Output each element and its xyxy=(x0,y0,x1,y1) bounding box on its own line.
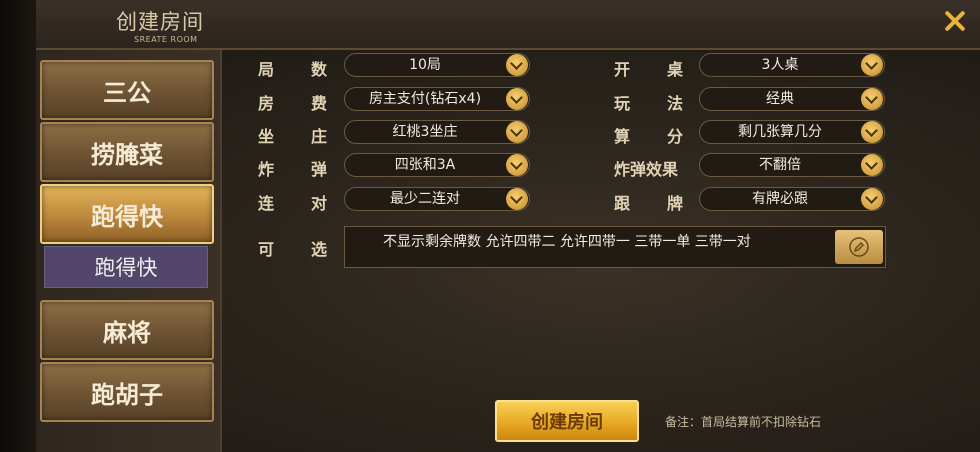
field-label-char: 选 xyxy=(311,240,328,259)
footer-note: 备注：首局结算前不扣除钻石 xyxy=(665,415,822,429)
field-label-char: 法 xyxy=(667,94,684,113)
left-edge-shade xyxy=(0,0,36,452)
field-label-char: 可 xyxy=(258,240,275,259)
field-label-char: 玩 xyxy=(614,94,631,113)
bomb-effect-label: 炸弹效果 xyxy=(614,160,679,179)
field-label-char: 分 xyxy=(667,127,684,146)
follow-card-select[interactable]: 有牌必跟 xyxy=(699,187,885,211)
pair-chain-select[interactable]: 最少二连对 xyxy=(344,187,530,211)
sidebar-item-majiang[interactable]: 麻将 xyxy=(40,300,214,360)
field-label-char: 对 xyxy=(311,194,328,213)
field-label-char: 算 xyxy=(614,127,631,146)
sidebar-subitem-paodekuai[interactable]: 跑得快 xyxy=(44,246,208,288)
bomb-effect-select[interactable]: 不翻倍 xyxy=(699,153,885,177)
sidebar-item-laoyancai[interactable]: 捞腌菜 xyxy=(40,122,214,182)
field-label-char: 坐 xyxy=(258,127,275,146)
follow-card-value: 有牌必跟 xyxy=(752,191,808,207)
chevron-down-icon[interactable] xyxy=(506,121,528,143)
bomb-select[interactable]: 四张和3A xyxy=(344,153,530,177)
header-bar: 创建房间 SREATE ROOM xyxy=(36,0,980,52)
pencil-icon xyxy=(849,237,869,257)
banker-select[interactable]: 红桃3坐庄 xyxy=(344,120,530,144)
table-size-value: 3人桌 xyxy=(761,57,799,73)
chevron-down-icon[interactable] xyxy=(861,154,883,176)
chevron-down-icon[interactable] xyxy=(506,54,528,76)
scoring-value: 剩几张算几分 xyxy=(738,124,822,140)
bomb-effect-value: 不翻倍 xyxy=(759,157,801,173)
field-label-char: 数 xyxy=(311,60,328,79)
create-room-button[interactable]: 创建房间 xyxy=(495,400,639,442)
chevron-down-icon[interactable] xyxy=(506,188,528,210)
rounds-select[interactable]: 10局 xyxy=(344,53,530,77)
field-label-char: 连 xyxy=(258,194,275,213)
chevron-down-icon[interactable] xyxy=(506,88,528,110)
chevron-down-icon[interactable] xyxy=(861,54,883,76)
chevron-down-icon[interactable] xyxy=(861,121,883,143)
table-size-select[interactable]: 3人桌 xyxy=(699,53,885,77)
close-icon[interactable] xyxy=(940,6,970,36)
field-label-char: 房 xyxy=(258,94,275,113)
sidebar-item-paohuzi[interactable]: 跑胡子 xyxy=(40,362,214,422)
chevron-down-icon[interactable] xyxy=(861,88,883,110)
page-subtitle: SREATE ROOM xyxy=(134,35,198,44)
field-label-char: 庄 xyxy=(311,127,328,146)
field-label-char: 费 xyxy=(311,94,328,113)
room-fee-value: 房主支付(钻石x4) xyxy=(368,91,482,107)
field-label-char: 牌 xyxy=(667,194,684,213)
pair-chain-value: 最少二连对 xyxy=(390,191,460,207)
play-mode-select[interactable]: 经典 xyxy=(699,87,885,111)
play-mode-value: 经典 xyxy=(766,91,794,107)
field-label-char: 桌 xyxy=(667,60,684,79)
banker-value: 红桃3坐庄 xyxy=(392,124,458,140)
sidebar-item-paodekuai[interactable]: 跑得快 xyxy=(40,184,214,244)
bomb-value: 四张和3A xyxy=(394,157,456,173)
rounds-value: 10局 xyxy=(409,57,441,73)
scoring-select[interactable]: 剩几张算几分 xyxy=(699,120,885,144)
page-title: 创建房间 xyxy=(116,10,204,34)
chevron-down-icon[interactable] xyxy=(506,154,528,176)
room-fee-select[interactable]: 房主支付(钻石x4) xyxy=(344,87,530,111)
field-label-char: 局 xyxy=(258,60,275,79)
field-label-char: 弹 xyxy=(311,160,328,179)
field-label-char: 开 xyxy=(614,60,631,79)
optional-rules-text: 不显示剩余牌数 允许四带二 允许四带一 三带一单 三带一对 xyxy=(383,234,751,250)
game-sidebar: 三公 捞腌菜 跑得快 跑得快 麻将 跑胡子 xyxy=(36,50,222,452)
chevron-down-icon[interactable] xyxy=(861,188,883,210)
game-screen: 创建房间 SREATE ROOM 三公 捞腌菜 跑得快 跑得快 麻将 跑胡子 局… xyxy=(0,0,980,452)
sidebar-item-sangong[interactable]: 三公 xyxy=(40,60,214,120)
field-label-char: 炸 xyxy=(258,160,275,179)
optional-rules-box[interactable]: 不显示剩余牌数 允许四带二 允许四带一 三带一单 三带一对 xyxy=(344,226,886,268)
edit-options-button[interactable] xyxy=(835,230,883,264)
field-label-char: 跟 xyxy=(614,194,631,213)
